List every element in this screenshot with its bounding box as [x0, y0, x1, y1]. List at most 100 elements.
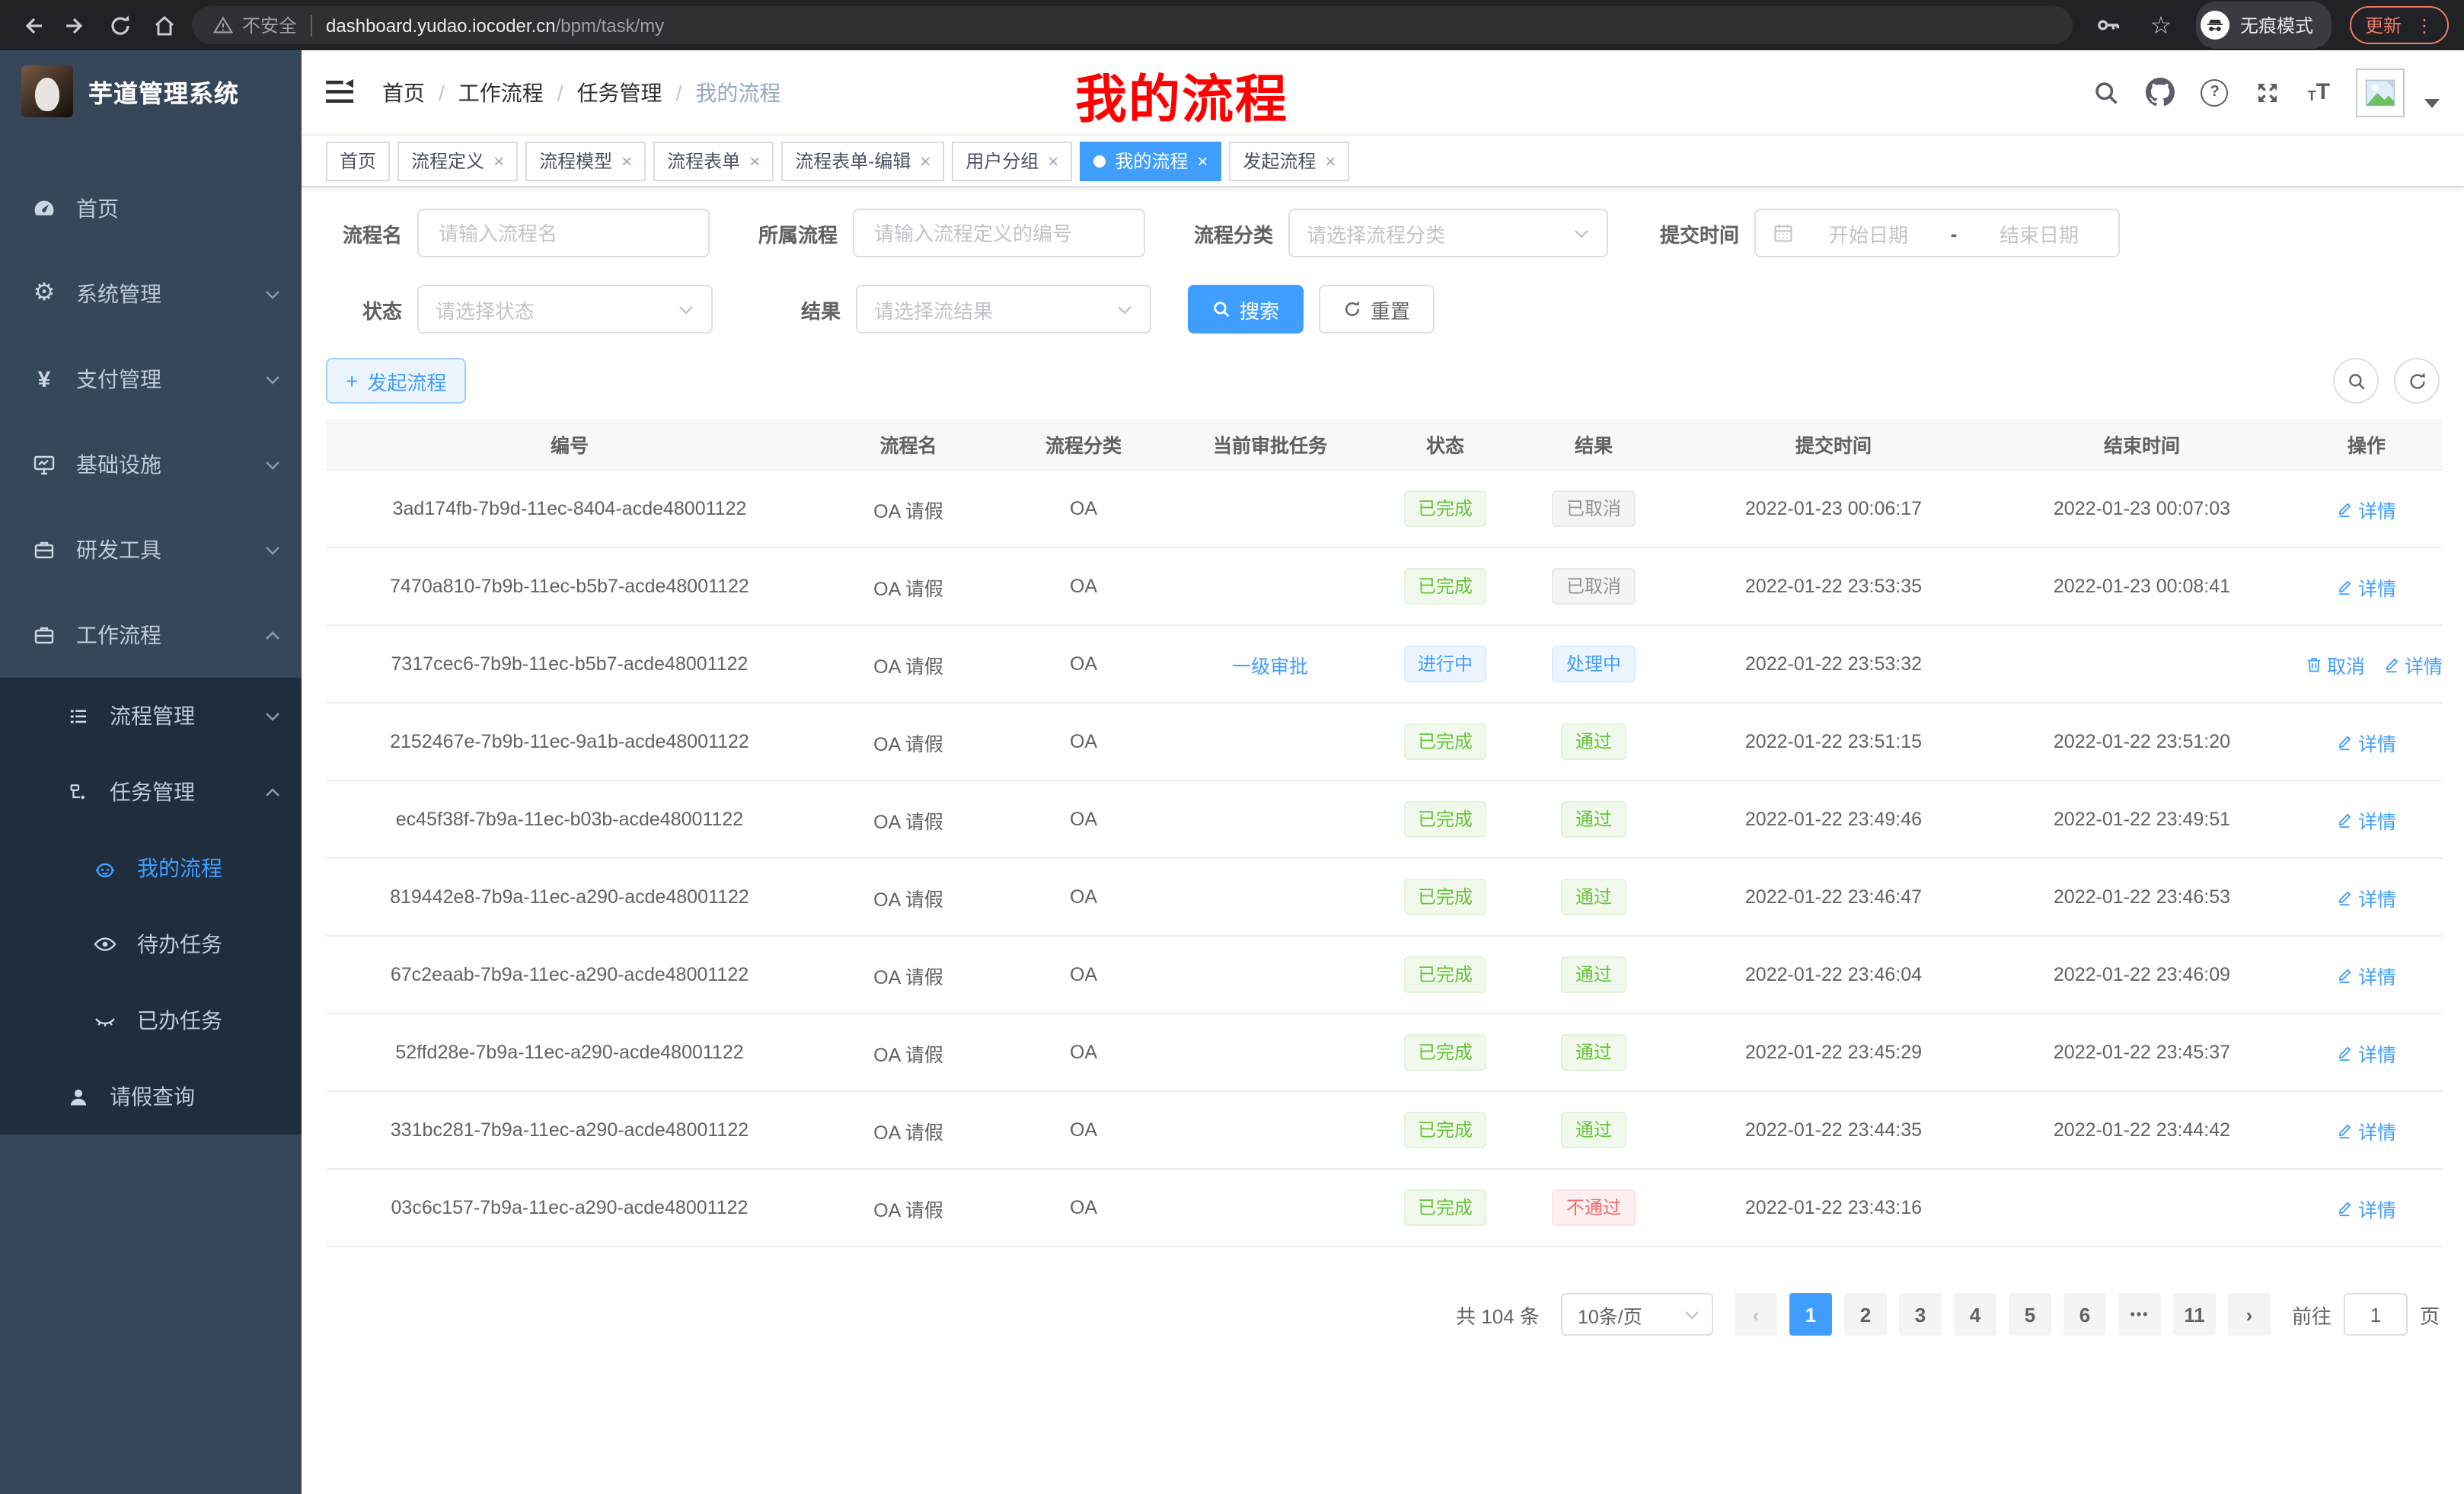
help-icon[interactable]: ? [2201, 78, 2229, 106]
sidebar-item-todo-tasks[interactable]: 待办任务 [0, 906, 302, 982]
search-button[interactable]: 搜索 [1188, 285, 1304, 334]
more-pages-icon[interactable]: ••• [2118, 1293, 2161, 1336]
detail-link[interactable]: 详情 [2337, 1116, 2396, 1144]
close-icon[interactable]: × [1325, 152, 1336, 170]
tab-3[interactable]: 流程表单× [653, 141, 774, 180]
prev-page-button[interactable]: ‹ [1735, 1293, 1777, 1336]
edit-icon [2337, 733, 2354, 750]
breadcrumb-item[interactable]: 任务管理 [577, 77, 662, 107]
tab-1[interactable]: 流程定义× [397, 141, 518, 180]
avatar[interactable] [2356, 68, 2405, 117]
end-time: 2022-01-22 23:49:51 [1993, 781, 2290, 858]
submit-time-range-picker[interactable]: 开始日期 - 结束日期 [1754, 209, 2120, 257]
detail-link[interactable]: 详情 [2337, 494, 2396, 523]
sidebar-item-process-mgmt[interactable]: 流程管理 [0, 678, 302, 754]
page-button-4[interactable]: 4 [1954, 1293, 1996, 1336]
sidebar-item-payment[interactable]: ¥ 支付管理 [0, 337, 302, 422]
tab-2[interactable]: 流程模型× [525, 141, 646, 180]
start-date-placeholder[interactable]: 开始日期 [1806, 219, 1931, 247]
security-label[interactable]: 不安全 [242, 12, 297, 38]
font-size-icon[interactable]: TT [2308, 81, 2330, 104]
process-name-input[interactable] [417, 209, 710, 257]
detail-link[interactable]: 详情 [2337, 572, 2396, 601]
detail-link[interactable]: 详情 [2337, 727, 2396, 756]
sidebar-collapse-icon[interactable] [326, 79, 355, 105]
detail-link[interactable]: 详情 [2337, 960, 2396, 989]
back-icon[interactable] [15, 8, 49, 42]
tab-label: 发起流程 [1243, 148, 1316, 174]
detail-link[interactable]: 详情 [2337, 1038, 2396, 1067]
current-task-link[interactable]: 一级审批 [1232, 656, 1308, 677]
process-definition-input[interactable] [853, 209, 1145, 257]
close-icon[interactable]: × [1197, 152, 1208, 170]
filter-label: 提交时间 [1645, 219, 1739, 247]
show-search-button[interactable] [2333, 358, 2379, 404]
refresh-table-button[interactable] [2394, 358, 2440, 404]
tab-0[interactable]: 首页 [326, 141, 390, 180]
filter-label: 流程分类 [1182, 219, 1273, 247]
detail-link[interactable]: 详情 [2383, 650, 2443, 678]
tab-4[interactable]: 流程表单-编辑× [781, 141, 944, 180]
process-name-input-field[interactable] [436, 220, 691, 246]
process-name: OA 请假 [813, 936, 1004, 1014]
close-icon[interactable]: × [1048, 152, 1058, 170]
password-key-icon[interactable] [2092, 8, 2126, 42]
detail-link[interactable]: 详情 [2337, 883, 2396, 911]
detail-link[interactable]: 详情 [2337, 805, 2396, 834]
next-page-button[interactable]: › [2228, 1293, 2271, 1336]
close-icon[interactable]: × [749, 152, 760, 170]
tab-7[interactable]: 发起流程 × [1229, 141, 1349, 180]
page-size-select[interactable]: 10条/页 [1561, 1293, 1713, 1336]
home-icon[interactable] [148, 8, 181, 42]
sidebar-item-home[interactable]: 首页 [0, 166, 302, 251]
page-button-3[interactable]: 3 [1899, 1293, 1942, 1336]
process-definition-input-field[interactable] [871, 220, 1127, 246]
bookmark-star-icon[interactable]: ☆ [2144, 8, 2178, 42]
close-icon[interactable]: × [920, 152, 930, 170]
current-task-cell [1163, 1169, 1377, 1247]
table-row: 819442e8-7b9a-11ec-a290-acde48001122OA 请… [326, 858, 2443, 936]
sidebar-item-label: 基础设施 [76, 449, 161, 480]
sidebar-item-workflow[interactable]: 工作流程 [0, 592, 302, 678]
close-icon[interactable]: × [621, 152, 632, 170]
forward-icon[interactable] [59, 8, 93, 42]
breadcrumb-item[interactable]: 工作流程 [458, 77, 544, 107]
page-button-5[interactable]: 5 [2009, 1293, 2051, 1336]
goto-page-input[interactable] [2344, 1293, 2408, 1336]
page-button-11[interactable]: 11 [2173, 1293, 2216, 1336]
close-icon[interactable]: × [493, 152, 504, 170]
tab-5[interactable]: 用户分组× [952, 141, 1072, 180]
create-process-button[interactable]: + 发起流程 [326, 358, 466, 404]
detail-link[interactable]: 详情 [2337, 1193, 2396, 1222]
result-select[interactable]: 请选择流结果 [856, 285, 1151, 334]
category-select[interactable]: 请选择流程分类 [1288, 209, 1608, 257]
status-cell: 进行中 [1377, 625, 1514, 703]
chrome-update-button[interactable]: 更新 ⋮ [2350, 6, 2449, 44]
page-button-1[interactable]: 1 [1789, 1293, 1832, 1336]
status-select[interactable]: 请选择状态 [417, 285, 713, 334]
address-bar[interactable]: 不安全 dashboard.yudao.iocoder.cn/bpm/task/… [192, 6, 2073, 44]
page-url[interactable]: dashboard.yudao.iocoder.cn/bpm/task/my [326, 14, 664, 36]
caret-down-icon[interactable] [2424, 98, 2440, 107]
github-icon[interactable] [2146, 78, 2175, 107]
sidebar-item-my-process[interactable]: 我的流程 [0, 830, 302, 906]
sidebar-item-label: 已办任务 [137, 1005, 222, 1036]
sidebar-item-infra[interactable]: 基础设施 [0, 422, 302, 507]
page-button-6[interactable]: 6 [2063, 1293, 2106, 1336]
page-button-2[interactable]: 2 [1844, 1293, 1887, 1336]
fullscreen-icon[interactable] [2255, 78, 2282, 106]
browser-menu-icon[interactable]: ⋮ [2415, 16, 2434, 34]
sidebar-item-task-mgmt[interactable]: 任务管理 [0, 754, 302, 830]
app-logo-row[interactable]: 芋道管理系统 [0, 50, 302, 126]
breadcrumb-item[interactable]: 首页 [382, 77, 425, 107]
sidebar-item-devtools[interactable]: 研发工具 [0, 507, 302, 592]
sidebar-item-done-tasks[interactable]: 已办任务 [0, 982, 302, 1058]
cancel-link[interactable]: 取消 [2306, 650, 2365, 678]
sidebar-item-leave-query[interactable]: 请假查询 [0, 1058, 302, 1135]
tab-6[interactable]: 我的流程× [1080, 141, 1221, 180]
end-date-placeholder[interactable]: 结束日期 [1977, 219, 2102, 247]
search-icon[interactable] [2093, 78, 2121, 106]
reload-icon[interactable] [104, 8, 137, 42]
reset-button[interactable]: 重置 [1319, 285, 1435, 334]
sidebar-item-system[interactable]: ⚙ 系统管理 [0, 251, 302, 337]
